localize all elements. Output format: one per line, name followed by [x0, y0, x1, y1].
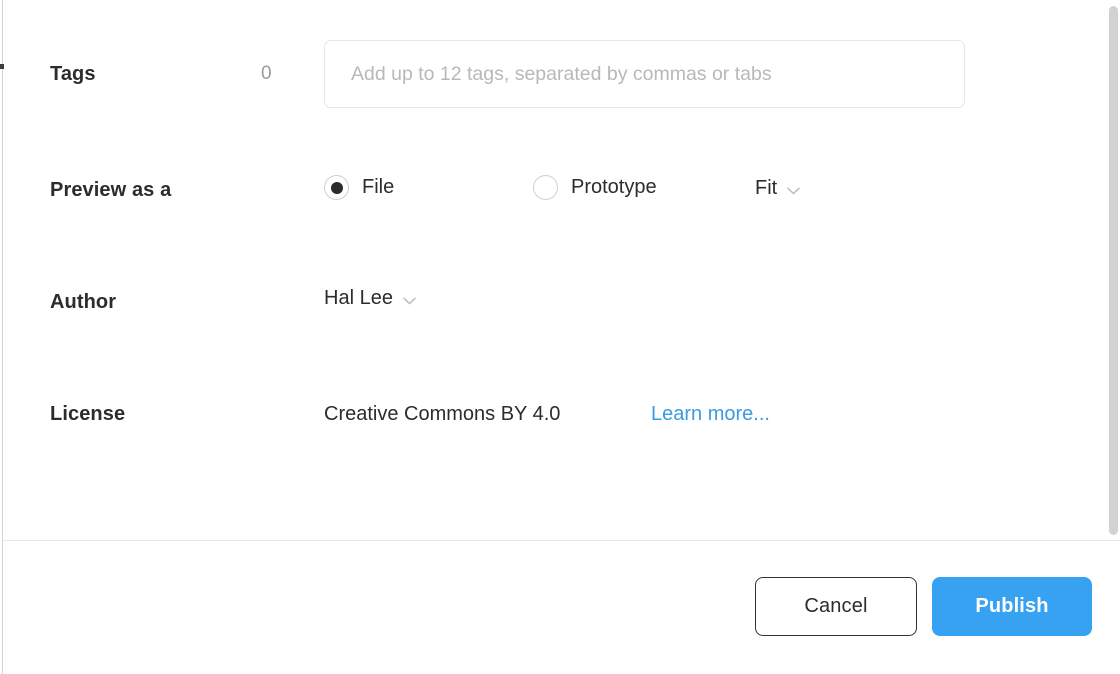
radio-file-label: File	[362, 176, 395, 198]
fit-dropdown[interactable]: Fit	[755, 177, 800, 200]
tags-label: Tags	[50, 62, 96, 85]
tags-input[interactable]	[324, 40, 965, 108]
chevron-down-icon	[403, 297, 416, 305]
cancel-button[interactable]: Cancel	[755, 577, 917, 636]
form-row-tags: Tags 0	[3, 40, 1120, 108]
chevron-down-icon	[787, 187, 800, 195]
tags-count: 0	[261, 63, 272, 84]
dialog-scrollbar-thumb[interactable]	[1109, 6, 1118, 535]
radio-file-icon[interactable]	[324, 175, 349, 200]
radio-prototype-label: Prototype	[571, 176, 657, 198]
license-label: License	[50, 402, 126, 425]
license-value: Creative Commons BY 4.0	[324, 402, 561, 425]
radio-option-prototype[interactable]: Prototype	[533, 175, 657, 200]
form-row-author: Author Hal Lee	[3, 286, 1120, 318]
dialog-footer: Cancel Publish	[3, 541, 1120, 674]
author-dropdown[interactable]: Hal Lee	[324, 287, 416, 310]
license-learn-more-link[interactable]: Learn more...	[651, 403, 770, 426]
radio-prototype-icon[interactable]	[533, 175, 558, 200]
radio-option-file[interactable]: File	[324, 175, 394, 200]
author-label: Author	[50, 290, 117, 313]
fit-dropdown-value: Fit	[755, 177, 778, 199]
dialog-scroll-body: Tags 0 Preview as a File Prototype Fit	[3, 0, 1120, 540]
preview-as-a-label: Preview as a	[50, 178, 172, 201]
publish-dialog: Tags 0 Preview as a File Prototype Fit	[0, 0, 1120, 674]
author-dropdown-value: Hal Lee	[324, 287, 393, 309]
form-row-preview-as-a: Preview as a File Prototype Fit	[3, 172, 1120, 208]
dialog-scrollbar-track[interactable]	[1106, 0, 1120, 540]
form-row-license: License Creative Commons BY 4.0 Learn mo…	[3, 398, 1120, 430]
publish-button[interactable]: Publish	[932, 577, 1092, 636]
